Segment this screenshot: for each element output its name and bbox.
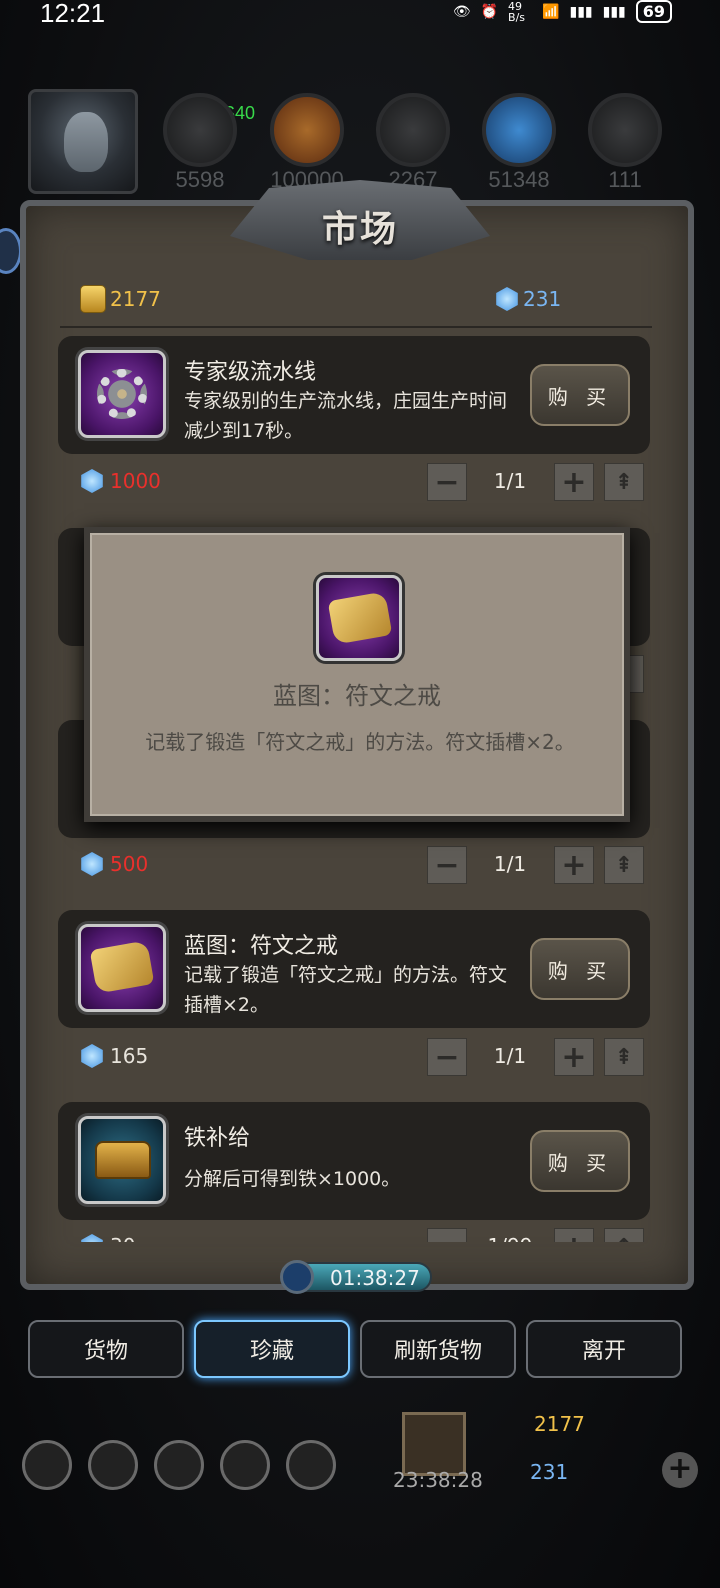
item-desc: 专家级别的生产流水线，庄园生产时间减少到17秒。 — [184, 390, 508, 442]
resource-count: 51348 — [488, 167, 550, 192]
menu-circle-button[interactable] — [22, 1440, 72, 1490]
signal-icon-2: ▮▮▮ — [602, 3, 626, 20]
refresh-goods-button[interactable]: 刷新货物 — [360, 1320, 516, 1378]
market-item: 蓝图：符文之戒 记载了锻造「符文之戒」的方法。符文插槽×2。 购 买 — [58, 910, 650, 1028]
quantity: 1/99 — [480, 1234, 540, 1242]
increase-button[interactable]: + — [554, 1038, 594, 1076]
max-button[interactable]: ⇞ — [604, 463, 644, 501]
increase-button[interactable]: + — [554, 846, 594, 884]
max-button[interactable]: ⇞ — [604, 846, 644, 884]
menu-circle-button[interactable] — [88, 1440, 138, 1490]
quantity: 1/1 — [493, 852, 527, 876]
buy-button[interactable]: 购 买 — [530, 364, 630, 426]
price-row: 165 − 1/1 + ⇞ — [80, 1038, 650, 1078]
menu-circle-button[interactable] — [220, 1440, 270, 1490]
decrease-button[interactable]: − — [427, 846, 467, 884]
market-item: 铁补给 分解后可得到铁×1000。 购 买 — [58, 1102, 650, 1220]
gift-icon[interactable] — [402, 1412, 466, 1476]
menu-circle-button[interactable] — [154, 1440, 204, 1490]
item-price: 500 — [110, 852, 149, 876]
item-name: 铁补给 — [184, 1126, 251, 1151]
item-price: 30 — [110, 1234, 135, 1242]
status-bar: 12:21 👁 ⏰ 49 B/s 📶 ▮▮▮ ▮▮▮ 69 — [0, 0, 720, 30]
net-speed: 49 B/s — [508, 0, 526, 24]
item-name: 蓝图：符文之戒 — [184, 934, 339, 959]
leave-button[interactable]: 离开 — [526, 1320, 682, 1378]
item-tooltip: 蓝图：符文之戒 记载了锻造「符文之戒」的方法。符文插槽×2。 — [84, 527, 630, 822]
alarm-icon: ⏰ — [480, 3, 499, 20]
item-desc: 分解后可得到铁×1000。 — [184, 1168, 401, 1190]
item-price: 1000 — [110, 469, 161, 493]
eye-icon: 👁 — [452, 3, 471, 20]
gem-icon — [81, 469, 103, 493]
status-icons: 👁 ⏰ 49 B/s 📶 ▮▮▮ ▮▮▮ 69 — [453, 0, 672, 23]
gem-icon — [81, 852, 103, 876]
tooltip-item-icon — [316, 575, 402, 661]
gold-coin-icon — [80, 285, 106, 313]
refresh-timer: 01:38:27 — [280, 1260, 432, 1294]
gem-icon — [81, 1234, 103, 1242]
signal-icon: ▮▮▮ — [569, 3, 593, 20]
status-time: 12:21 — [40, 0, 106, 28]
item-icon[interactable] — [78, 1116, 166, 1204]
buy-button[interactable]: 购 买 — [530, 1130, 630, 1192]
tooltip-title: 蓝图：符文之戒 — [273, 682, 441, 710]
menu-circle-button[interactable] — [286, 1440, 336, 1490]
market-item: 专家级流水线 专家级别的生产流水线，庄园生产时间减少到17秒。 购 买 — [58, 336, 650, 454]
max-button[interactable]: ⇞ — [604, 1228, 644, 1242]
scroll-icon — [327, 591, 393, 645]
battery-icon: 69 — [635, 0, 672, 23]
increase-button[interactable]: + — [554, 1228, 594, 1242]
max-button[interactable]: ⇞ — [604, 1038, 644, 1076]
timer-text: 01:38:27 — [330, 1266, 420, 1290]
gem-icon — [81, 1044, 103, 1068]
buy-button[interactable]: 购 买 — [530, 938, 630, 1000]
resource-slot-wood[interactable] — [270, 93, 344, 167]
tab-goods[interactable]: 货物 — [28, 1320, 184, 1378]
resource-slot-1[interactable] — [163, 93, 237, 167]
item-desc: 记载了锻造「符文之戒」的方法。符文插槽×2。 — [184, 964, 508, 1016]
bottom-gold: 2177 — [534, 1412, 585, 1436]
increase-button[interactable]: + — [554, 463, 594, 501]
item-icon[interactable] — [78, 924, 166, 1012]
gem-amount: 231 — [523, 287, 562, 311]
resource-slot-stone[interactable] — [376, 93, 450, 167]
resource-count: 5598 — [175, 167, 225, 192]
resource-count: 111 — [608, 167, 642, 192]
bottom-hud — [0, 1400, 720, 1588]
bottom-timer: 23:38:28 — [393, 1468, 483, 1492]
tab-treasures[interactable]: 珍藏 — [194, 1320, 350, 1378]
decrease-button[interactable]: − — [427, 1038, 467, 1076]
plus-icon[interactable]: + — [662, 1452, 698, 1488]
price-row-clipped: 30 − 1/99 + ⇞ — [80, 1228, 650, 1242]
gold-amount: 2177 — [110, 287, 161, 311]
market-title: 市场 — [321, 209, 398, 250]
gear-icon — [97, 369, 147, 419]
resource-slot-iron[interactable] — [588, 93, 662, 167]
tooltip-desc: 记载了锻造「符文之戒」的方法。符文插槽×2。 — [145, 730, 575, 754]
decrease-button[interactable]: − — [427, 1228, 467, 1242]
player-avatar[interactable] — [28, 89, 138, 194]
quantity: 1/1 — [493, 469, 527, 493]
bottom-gems: 231 — [530, 1460, 569, 1484]
clock-icon — [280, 1260, 314, 1294]
currency-row: 2177 231 — [80, 285, 562, 315]
resource-bar: FPS40 5598 100000 2267 51348 111 — [0, 85, 720, 195]
divider — [60, 326, 652, 328]
resource-slot-crystal[interactable] — [482, 93, 556, 167]
avatar-face — [64, 112, 108, 172]
gem-icon — [496, 287, 518, 311]
item-icon[interactable] — [78, 350, 166, 438]
decrease-button[interactable]: − — [427, 463, 467, 501]
item-price: 165 — [110, 1044, 149, 1068]
scroll-icon — [89, 940, 155, 994]
item-name: 专家级流水线 — [184, 360, 317, 385]
wifi-icon: 📶 — [542, 3, 560, 20]
chest-icon — [95, 1141, 151, 1179]
price-row: 500 − 1/1 + ⇞ — [80, 846, 650, 886]
quantity: 1/1 — [493, 1044, 527, 1068]
price-row: 1000 − 1/1 + ⇞ — [80, 463, 650, 503]
